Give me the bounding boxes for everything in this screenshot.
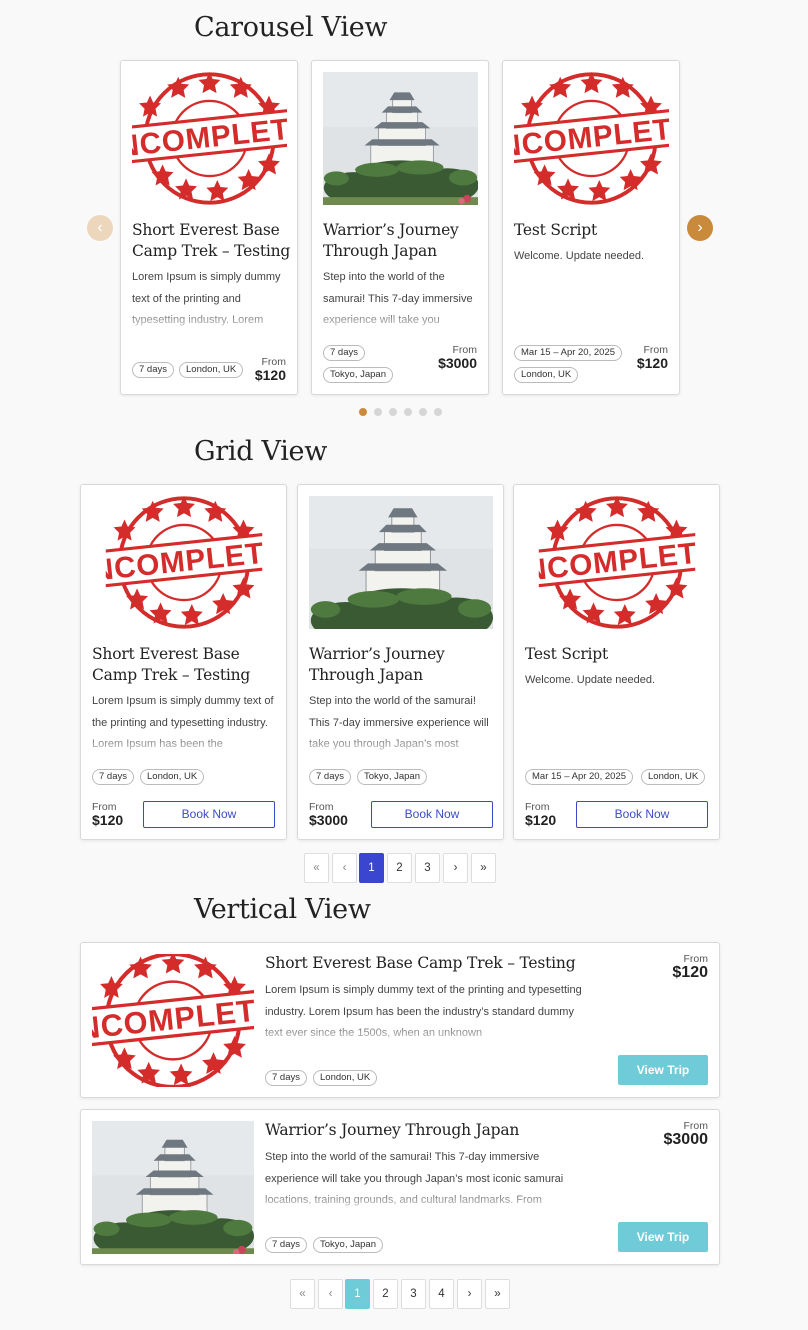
trip-title[interactable]: Test Script — [514, 220, 674, 241]
trip-description: Lorem Ipsum is simply dummy text of the … — [92, 691, 280, 755]
price-value: $120 — [672, 964, 708, 981]
carousel-dot[interactable] — [359, 408, 367, 416]
chevron-left-icon: ‹ — [97, 219, 103, 236]
trip-description: Welcome. Update needed. — [514, 250, 645, 262]
carousel-section-title: Carousel View — [194, 12, 388, 43]
duration-tag: 7 days — [92, 769, 134, 785]
carousel-dot[interactable] — [374, 408, 382, 416]
duration-tag: 7 days — [323, 345, 365, 361]
location-tag: London, UK — [179, 362, 244, 378]
trip-description: Lorem Ipsum is simply dummy text of the … — [265, 980, 585, 1044]
trip-title[interactable]: Warrior’s Journey Through Japan — [265, 1120, 605, 1141]
trip-description: Step into the world of the samurai! This… — [309, 691, 489, 755]
price-value: $3000 — [309, 812, 348, 828]
trip-description: Step into the world of the samurai! This… — [323, 267, 481, 331]
trip-image — [92, 496, 276, 629]
trip-image — [323, 72, 478, 205]
pagination-next-button[interactable]: › — [443, 853, 468, 883]
castle-photo-icon — [323, 72, 478, 205]
carousel-dot[interactable] — [404, 408, 412, 416]
incomplete-stamp-icon — [92, 496, 276, 629]
carousel-prev-button[interactable]: ‹ — [87, 215, 113, 241]
date-range-tag: Mar 15 – Apr 20, 2025 — [514, 345, 623, 361]
book-now-button[interactable]: Book Now — [576, 801, 708, 828]
carousel-card[interactable]: Warrior’s Journey Through Japan Step int… — [311, 60, 489, 395]
pagination-first-button[interactable]: « — [304, 853, 329, 883]
trip-description: Step into the world of the samurai! This… — [265, 1147, 585, 1211]
trip-description: Lorem Ipsum is simply dummy text of the … — [132, 267, 290, 331]
incomplete-stamp-icon — [514, 72, 669, 205]
incomplete-stamp-icon — [525, 496, 709, 629]
book-now-button[interactable]: Book Now — [371, 801, 493, 828]
grid-card[interactable]: Short Everest Base Camp Trek – Testing L… — [80, 484, 287, 840]
location-tag: Tokyo, Japan — [313, 1237, 383, 1253]
grid-section-title: Grid View — [194, 436, 328, 467]
incomplete-stamp-icon — [132, 72, 287, 205]
vertical-card[interactable]: Short Everest Base Camp Trek – Testing L… — [80, 942, 720, 1098]
carousel-card[interactable]: Test Script Welcome. Update needed. Mar … — [502, 60, 680, 395]
carousel-next-button[interactable]: › — [687, 215, 713, 241]
grid-card[interactable]: Test Script Welcome. Update needed. Mar … — [513, 484, 720, 840]
price-value: $120 — [254, 367, 286, 383]
price-value: $120 — [636, 355, 668, 371]
carousel-dot[interactable] — [419, 408, 427, 416]
location-tag: Tokyo, Japan — [323, 367, 393, 383]
trip-image — [309, 496, 493, 629]
trip-image — [92, 1121, 254, 1254]
pagination-page-2[interactable]: 2 — [387, 853, 412, 883]
trip-title[interactable]: Test Script — [525, 644, 715, 665]
chevron-right-icon: › — [697, 219, 703, 236]
pagination-page-2[interactable]: 2 — [373, 1279, 398, 1309]
castle-photo-icon — [92, 1121, 254, 1254]
pagination-page-1[interactable]: 1 — [359, 853, 384, 883]
pagination-page-1[interactable]: 1 — [345, 1279, 370, 1309]
location-tag: London, UK — [514, 367, 579, 383]
carousel-card[interactable]: Short Everest Base Camp Trek – Testing L… — [120, 60, 298, 395]
duration-tag: 7 days — [309, 769, 351, 785]
trip-title[interactable]: Short Everest Base Camp Trek – Testing — [92, 644, 282, 686]
grid-card[interactable]: Warrior’s Journey Through Japan Step int… — [297, 484, 504, 840]
pagination-page-4[interactable]: 4 — [429, 1279, 454, 1309]
pagination-page-3[interactable]: 3 — [415, 853, 440, 883]
trip-title[interactable]: Short Everest Base Camp Trek – Testing — [265, 953, 605, 974]
date-range-tag: Mar 15 – Apr 20, 2025 — [525, 769, 634, 785]
location-tag: London, UK — [313, 1070, 378, 1086]
trip-image — [525, 496, 709, 629]
view-trip-button[interactable]: View Trip — [618, 1055, 708, 1085]
price-value: $120 — [525, 812, 557, 828]
view-trip-button[interactable]: View Trip — [618, 1222, 708, 1252]
duration-tag: 7 days — [265, 1237, 307, 1253]
location-tag: London, UK — [641, 769, 706, 785]
pagination-prev-button[interactable]: ‹ — [332, 853, 357, 883]
trip-image — [132, 72, 287, 205]
pagination-page-3[interactable]: 3 — [401, 1279, 426, 1309]
carousel-dot[interactable] — [434, 408, 442, 416]
pagination-last-button[interactable]: » — [485, 1279, 510, 1309]
duration-tag: 7 days — [265, 1070, 307, 1086]
pagination-prev-button[interactable]: ‹ — [318, 1279, 343, 1309]
vertical-section-title: Vertical View — [194, 894, 371, 925]
trip-title[interactable]: Warrior’s Journey Through Japan — [323, 220, 483, 262]
trip-title[interactable]: Short Everest Base Camp Trek – Testing — [132, 220, 292, 262]
incomplete-stamp-icon — [92, 954, 254, 1087]
price-value: $3000 — [438, 355, 477, 371]
price-value: $3000 — [663, 1131, 709, 1148]
trip-title[interactable]: Warrior’s Journey Through Japan — [309, 644, 499, 686]
castle-photo-icon — [309, 496, 493, 629]
trip-image — [514, 72, 669, 205]
duration-tag: 7 days — [132, 362, 174, 378]
price-value: $120 — [92, 812, 124, 828]
pagination-last-button[interactable]: » — [471, 853, 496, 883]
book-now-button[interactable]: Book Now — [143, 801, 275, 828]
pagination-first-button[interactable]: « — [290, 1279, 315, 1309]
location-tag: London, UK — [140, 769, 205, 785]
location-tag: Tokyo, Japan — [357, 769, 427, 785]
trip-description: Welcome. Update needed. — [525, 674, 656, 686]
trip-image — [92, 954, 254, 1087]
vertical-card[interactable]: Warrior’s Journey Through Japan Step int… — [80, 1109, 720, 1265]
carousel-dot[interactable] — [389, 408, 397, 416]
pagination-next-button[interactable]: › — [457, 1279, 482, 1309]
